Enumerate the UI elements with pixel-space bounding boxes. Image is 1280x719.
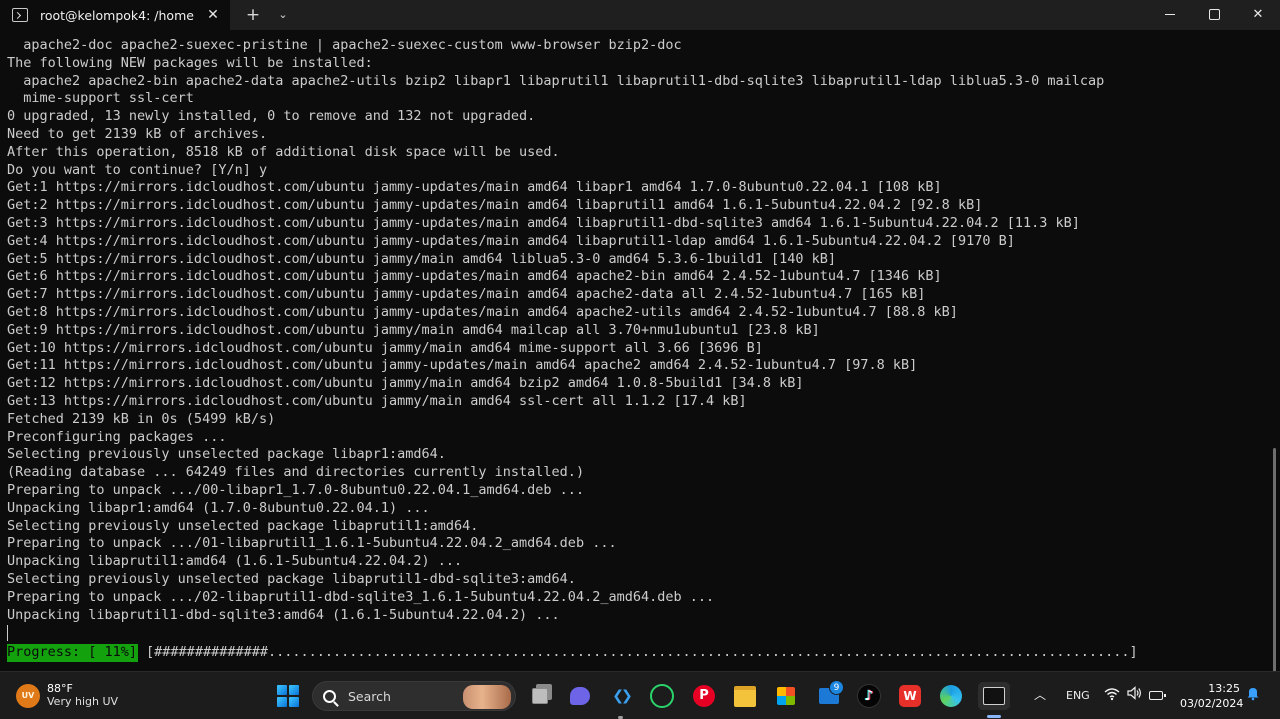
terminal-line: After this operation, 8518 kB of additio… — [7, 143, 560, 160]
wps-office-icon[interactable] — [896, 682, 924, 710]
terminal-line: Selecting previously unselected package … — [7, 570, 576, 587]
store-icon[interactable] — [772, 682, 800, 710]
tab-close-icon[interactable]: ✕ — [204, 6, 222, 24]
file-explorer-icon[interactable] — [731, 682, 759, 710]
system-clock[interactable]: 13:25 03/02/2024 — [1180, 682, 1244, 711]
uv-weather-icon: UV — [16, 683, 40, 708]
clock-date: 03/02/2024 — [1180, 697, 1244, 710]
terminal-line: Get:5 https://mirrors.idcloudhost.com/ub… — [7, 250, 837, 267]
terminal-line: Get:11 https://mirrors.idcloudhost.com/u… — [7, 357, 918, 374]
terminal-line: apache2 apache2-bin apache2-data apache2… — [7, 72, 1105, 89]
terminal-line: 0 upgraded, 13 newly installed, 0 to rem… — [7, 108, 536, 125]
edge-icon[interactable] — [937, 682, 965, 710]
close-window-button[interactable]: ✕ — [1236, 0, 1280, 30]
search-icon — [323, 689, 336, 703]
terminal-line: Preparing to unpack .../01-libaprutil1_1… — [7, 535, 617, 552]
terminal-line: Selecting previously unselected package … — [7, 517, 479, 534]
show-hidden-icons-chevron-icon[interactable]: ︿ — [1034, 686, 1046, 703]
start-icon[interactable] — [274, 682, 302, 710]
notification-bell-icon[interactable] — [1246, 686, 1260, 705]
terminal-line: Get:1 https://mirrors.idcloudhost.com/ub… — [7, 179, 942, 196]
tab-dropdown-button[interactable]: ⌄ — [268, 0, 298, 30]
weather-description: Very high UV — [47, 695, 119, 708]
search-highlight-image — [463, 685, 511, 709]
terminal-output[interactable]: apache2-doc apache2-suexec-pristine | ap… — [0, 30, 1280, 671]
clock-time: 13:25 — [1208, 682, 1240, 695]
wifi-icon[interactable] — [1104, 687, 1120, 705]
terminal-line: Fetched 2139 kB in 0s (5499 kB/s) — [7, 410, 276, 427]
terminal-line: Selecting previously unselected package … — [7, 446, 446, 463]
terminal-line: Unpacking libaprutil1-dbd-sqlite3:amd64 … — [7, 606, 560, 623]
weather-widget[interactable]: UV 88°F Very high UV — [16, 682, 118, 709]
tiktok-icon[interactable] — [855, 682, 883, 710]
whatsapp-icon[interactable] — [648, 682, 676, 710]
taskbar: UV 88°F Very high UV Search 9 ︿ ENG 13:2… — [0, 671, 1280, 719]
progress-bar: [##############.........................… — [146, 644, 1138, 661]
text-cursor — [7, 625, 8, 642]
pinterest-icon[interactable] — [690, 682, 718, 710]
terminal-line: apache2-doc apache2-suexec-pristine | ap… — [7, 37, 682, 53]
tab-title: root@kelompok4: /home/kelompok4 — [40, 7, 194, 23]
chat-icon[interactable] — [566, 682, 594, 710]
terminal-tab-icon — [12, 8, 28, 22]
terminal-line: Get:9 https://mirrors.idcloudhost.com/ub… — [7, 321, 820, 338]
minimize-button[interactable] — [1148, 0, 1192, 30]
volume-icon[interactable] — [1126, 686, 1142, 704]
terminal-line: Get:8 https://mirrors.idcloudhost.com/ub… — [7, 303, 958, 320]
terminal-line: Get:7 https://mirrors.idcloudhost.com/ub… — [7, 286, 926, 303]
maximize-button[interactable] — [1192, 0, 1236, 30]
mail-badge: 9 — [829, 680, 844, 695]
battery-icon[interactable] — [1149, 691, 1166, 700]
terminal-line: Unpacking libapr1:amd64 (1.7.0-8ubuntu0.… — [7, 499, 430, 516]
terminal-line: mime-support ssl-cert — [7, 90, 194, 107]
terminal-line: Preconfiguring packages ... — [7, 428, 227, 445]
terminal-active-indicator — [987, 715, 1001, 718]
terminal-line: Get:12 https://mirrors.idcloudhost.com/u… — [7, 375, 804, 392]
terminal-scrollbar[interactable] — [1273, 448, 1276, 671]
window-controls: ✕ — [1148, 0, 1280, 30]
terminal-line: Get:10 https://mirrors.idcloudhost.com/u… — [7, 339, 763, 356]
language-indicator[interactable]: ENG — [1066, 689, 1090, 702]
terminal-line: Preparing to unpack .../00-libapr1_1.7.0… — [7, 481, 585, 498]
weather-temperature: 88°F — [47, 682, 73, 695]
terminal-icon[interactable] — [978, 682, 1010, 710]
terminal-line: The following NEW packages will be insta… — [7, 54, 373, 71]
terminal-line: Get:4 https://mirrors.idcloudhost.com/ub… — [7, 232, 1015, 249]
progress-row: Progress: [ 11%] [##############........… — [7, 644, 1280, 662]
terminal-line: Unpacking libaprutil1:amd64 (1.6.1-5ubun… — [7, 553, 463, 570]
progress-label: Progress: [ 11%] — [7, 644, 139, 662]
new-tab-button[interactable]: + — [238, 0, 268, 30]
terminal-line: (Reading database ... 64249 files and di… — [7, 464, 585, 481]
terminal-line: Do you want to continue? [Y/n] y — [7, 161, 268, 178]
terminal-line: Get:3 https://mirrors.idcloudhost.com/ub… — [7, 214, 1080, 231]
terminal-tab[interactable]: root@kelompok4: /home/kelompok4 ✕ — [0, 0, 230, 30]
cursor-line — [7, 624, 1280, 642]
terminal-line: Get:2 https://mirrors.idcloudhost.com/ub… — [7, 197, 983, 214]
search-placeholder: Search — [348, 688, 391, 704]
title-bar: root@kelompok4: /home/kelompok4 ✕ + ⌄ ✕ — [0, 0, 1280, 30]
terminal-line: Get:6 https://mirrors.idcloudhost.com/ub… — [7, 268, 942, 285]
terminal-line: Need to get 2139 kB of archives. — [7, 125, 268, 142]
terminal-lines: apache2-doc apache2-suexec-pristine | ap… — [7, 37, 1280, 624]
file-manager-icon[interactable] — [526, 682, 554, 710]
terminal-line: Preparing to unpack .../02-libaprutil1-d… — [7, 588, 715, 605]
vscode-icon[interactable] — [607, 682, 635, 710]
taskbar-search[interactable]: Search — [312, 681, 516, 711]
terminal-line: Get:13 https://mirrors.idcloudhost.com/u… — [7, 392, 747, 409]
